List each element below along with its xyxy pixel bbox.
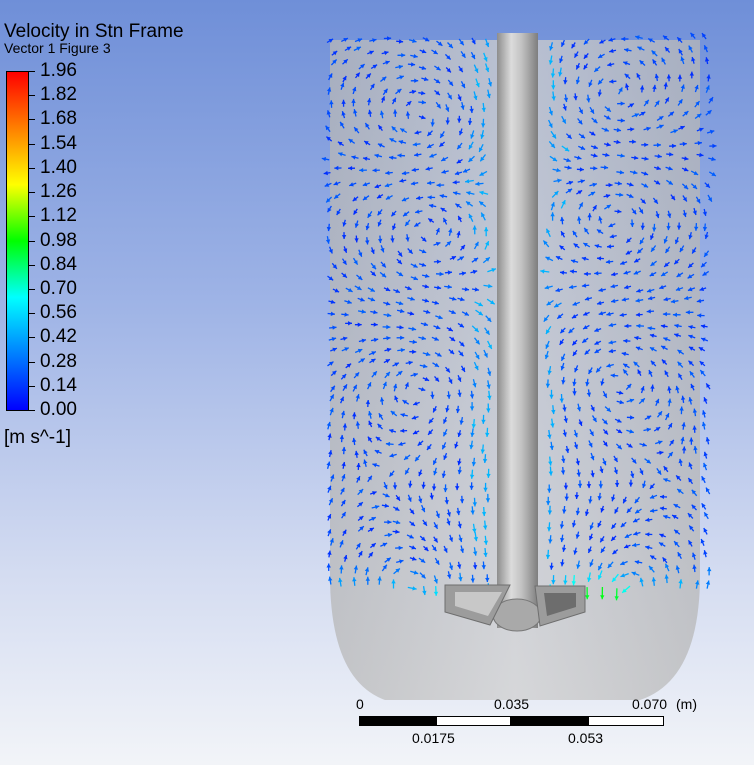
legend-label: 1.96	[40, 60, 77, 81]
legend-label: 0.00	[40, 399, 77, 420]
scale-label-0: 0	[356, 696, 364, 712]
legend-label: 0.42	[40, 326, 77, 348]
velocity-arrow-head	[702, 226, 708, 232]
legend-label: 1.26	[40, 181, 77, 203]
legend-label: 0.56	[40, 302, 77, 324]
legend-label: 1.12	[40, 205, 77, 227]
legend-label: 0.28	[40, 350, 77, 372]
velocity-arrow-head	[705, 437, 710, 442]
legend-label: 1.82	[40, 84, 77, 106]
scale-bar-segment-2	[436, 716, 511, 726]
legend-label: 1.40	[40, 156, 77, 178]
velocity-arrow-head	[703, 550, 708, 555]
velocity-arrow-head	[705, 580, 711, 585]
color-legend-bar	[6, 71, 29, 411]
legend-tick	[29, 385, 35, 387]
figure-title: Velocity in Stn Frame	[4, 21, 184, 42]
scale-bar-segment-4	[588, 716, 664, 726]
legend-tick	[29, 192, 35, 194]
legend-tick	[29, 167, 35, 169]
scale-label-0053: 0.053	[568, 730, 604, 746]
scale-label-00175: 0.0175	[412, 730, 455, 746]
scale-label-0035: 0.035	[494, 696, 530, 712]
legend-tick	[29, 240, 35, 242]
figure-subtitle: Vector 1 Figure 3	[4, 40, 111, 56]
vector-field-view	[321, 32, 717, 700]
legend-label: 0.98	[40, 229, 77, 251]
legend-label: 0.70	[40, 277, 77, 299]
legend-tick	[29, 216, 35, 218]
legend-tick	[29, 337, 35, 339]
legend-tick	[29, 361, 35, 363]
legend-label: 1.54	[40, 132, 77, 154]
legend-tick	[29, 143, 35, 145]
legend-tick	[29, 264, 35, 266]
scale-label-0070: 0.070	[632, 696, 668, 712]
velocity-arrow-head	[707, 567, 712, 572]
velocity-arrow-head	[711, 156, 716, 162]
legend-tick	[29, 410, 35, 411]
legend-label: 1.68	[40, 108, 77, 130]
velocity-arrow-head	[387, 36, 392, 41]
scale-unit: (m)	[676, 696, 697, 712]
legend-tick	[29, 95, 35, 97]
legend-tick	[29, 313, 35, 315]
legend-tick	[29, 288, 35, 290]
scale-bar-segment-3	[511, 716, 588, 726]
impeller-shaft	[497, 33, 538, 628]
legend-unit: [m s^-1]	[4, 427, 71, 448]
scale-bar-segment-1	[359, 716, 436, 726]
velocity-arrow-head	[700, 324, 706, 329]
velocity-arrow-head	[702, 211, 707, 216]
legend-label: 0.14	[40, 374, 77, 396]
legend-tick	[29, 119, 35, 121]
legend-label: 0.84	[40, 253, 77, 275]
legend-tick	[29, 71, 35, 72]
velocity-arrow-head	[712, 143, 717, 149]
